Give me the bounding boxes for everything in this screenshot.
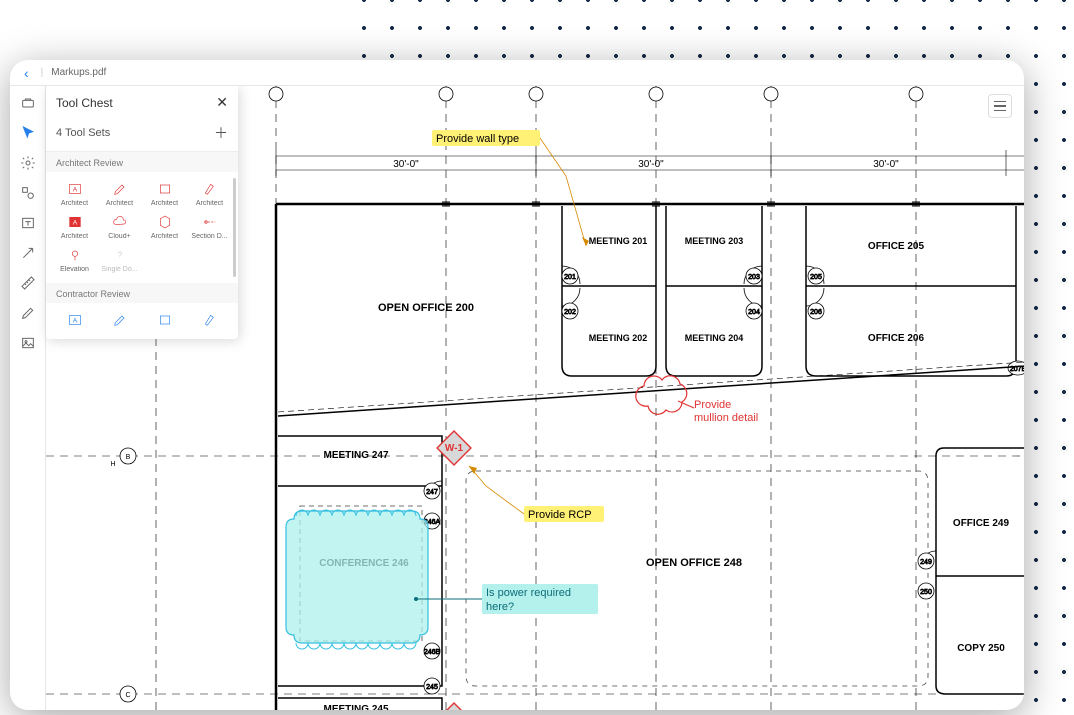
dim-bay3: 30'-0": [873, 159, 899, 170]
label-office-206: OFFICE 206: [868, 333, 925, 344]
close-icon[interactable]: ✕: [216, 94, 228, 111]
measure-icon[interactable]: [17, 272, 39, 294]
section-contractor-label[interactable]: Contractor Review: [46, 283, 238, 303]
tool-chest-title: Tool Chest: [56, 96, 113, 110]
svg-text:Provide RCP: Provide RCP: [528, 509, 592, 521]
grid-c: C: [125, 692, 130, 699]
tool-contractor-highlight[interactable]: [187, 309, 232, 331]
label-office-205: OFFICE 205: [868, 241, 925, 252]
tool-contractor-textbox[interactable]: A: [52, 309, 97, 331]
shapes-icon[interactable]: [17, 182, 39, 204]
annot-mullion-line2: mullion detail: [694, 412, 758, 424]
tool-architect-pen[interactable]: Architect: [97, 178, 142, 209]
tool-sets-count: 4 Tool Sets: [56, 127, 110, 139]
svg-text:Is power required: Is power required: [486, 587, 571, 599]
dim-bay1: 30'-0": [393, 159, 419, 170]
label-meeting-247: MEETING 247: [323, 450, 388, 461]
tool-architect-textbox-filled[interactable]: AArchitect: [52, 211, 97, 242]
cloud-highlight-conference[interactable]: [286, 510, 428, 649]
workspace: B C H 30'-0" 30'-0" 30'-0": [10, 86, 1024, 710]
tag-205: 205: [810, 274, 822, 281]
contractor-tools: A: [46, 303, 238, 339]
tag-245: 245: [426, 684, 438, 691]
svg-text:Provide wall type: Provide wall type: [436, 133, 519, 145]
svg-text:here?: here?: [486, 601, 514, 613]
annotation-rcp[interactable]: Provide RCP: [469, 466, 604, 522]
document-title: Markups.pdf: [51, 67, 106, 78]
tool-hexagon[interactable]: Architect: [142, 211, 187, 242]
arrow-icon[interactable]: [17, 242, 39, 264]
tool-section[interactable]: Section D...: [187, 211, 232, 242]
separator: |: [41, 67, 44, 78]
svg-text:A: A: [72, 187, 77, 194]
tag-201: 201: [564, 274, 576, 281]
label-meeting-202: MEETING 202: [589, 333, 648, 343]
left-tool-rail: [10, 86, 46, 710]
label-meeting-203: MEETING 203: [685, 236, 744, 246]
pen-icon[interactable]: [17, 302, 39, 324]
tool-single-door[interactable]: ?Single Do...: [97, 244, 142, 275]
tag-249: 249: [920, 559, 932, 566]
label-copy-250: COPY 250: [957, 643, 1005, 654]
back-button[interactable]: ‹: [20, 65, 33, 81]
svg-text:W-1: W-1: [445, 443, 464, 454]
tool-contractor-pen[interactable]: [97, 309, 142, 331]
dim-bay2: 30'-0": [638, 159, 664, 170]
annotation-wall-type[interactable]: Provide wall type: [432, 130, 589, 246]
label-meeting-204: MEETING 204: [685, 333, 744, 343]
svg-text:A: A: [72, 220, 77, 227]
label-meeting-245: MEETING 245: [323, 704, 388, 710]
label-office-249: OFFICE 249: [953, 518, 1010, 529]
tool-contractor-rect[interactable]: [142, 309, 187, 331]
tool-architect-textbox[interactable]: AArchitect: [52, 178, 97, 209]
gear-icon[interactable]: [17, 152, 39, 174]
tag-246b: 246B: [424, 649, 441, 656]
annot-mullion-line1: Provide: [694, 399, 731, 411]
tag-250: 250: [920, 589, 932, 596]
label-meeting-201: MEETING 201: [589, 236, 648, 246]
menu-button[interactable]: [988, 94, 1012, 118]
svg-text:?: ?: [117, 251, 122, 260]
label-open-office-200: OPEN OFFICE 200: [378, 302, 474, 314]
tool-architect-highlight[interactable]: Architect: [187, 178, 232, 209]
architect-tools: AArchitect Architect Architect Architect…: [46, 172, 238, 283]
app-window: ‹ | Markups.pdf: [10, 60, 1024, 710]
tool-chest-panel: Tool Chest ✕ 4 Tool Sets ＋ Architect Rev…: [46, 86, 238, 339]
text-icon[interactable]: [17, 212, 39, 234]
toolbox-icon[interactable]: [17, 92, 39, 114]
grid-h: H: [110, 461, 115, 468]
tag-206: 206: [810, 309, 822, 316]
cursor-icon[interactable]: [17, 122, 39, 144]
tool-cloud[interactable]: Cloud+: [97, 211, 142, 242]
annotation-mullion[interactable]: Provide mullion detail: [636, 376, 758, 424]
tag-203: 203: [748, 274, 760, 281]
tag-247: 247: [426, 489, 438, 496]
tool-elevation[interactable]: Elevation: [52, 244, 97, 275]
titlebar: ‹ | Markups.pdf: [10, 60, 1024, 86]
label-open-office-248: OPEN OFFICE 248: [646, 557, 742, 569]
tool-architect-rect[interactable]: Architect: [142, 178, 187, 209]
section-architect-label[interactable]: Architect Review: [46, 152, 238, 172]
image-icon[interactable]: [17, 332, 39, 354]
svg-text:A: A: [72, 318, 77, 325]
tag-204: 204: [748, 309, 760, 316]
tag-202: 202: [564, 309, 576, 316]
add-icon[interactable]: ＋: [214, 123, 228, 143]
grid-b: B: [126, 454, 131, 461]
